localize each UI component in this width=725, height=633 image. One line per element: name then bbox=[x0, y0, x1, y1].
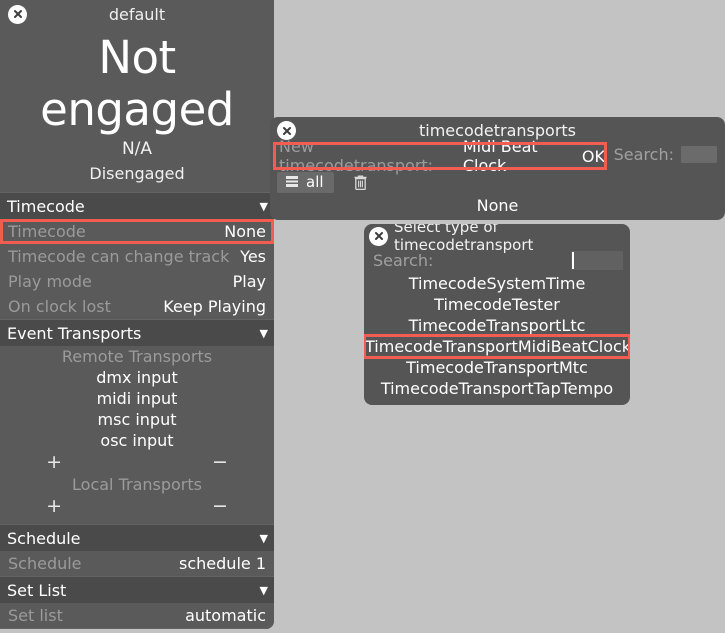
chevron-down-icon[interactable]: ▼ bbox=[260, 201, 268, 212]
timecodetransports-dialog: timecodetransports New timecodetransport… bbox=[270, 117, 725, 220]
row-label: Schedule bbox=[8, 554, 82, 573]
search-label: Search: bbox=[373, 251, 433, 270]
new-timecodetransport-label: New timecodetransport: bbox=[279, 137, 457, 175]
timecodetransports-toolbar: New timecodetransport: Midi Beat Clock O… bbox=[270, 144, 725, 170]
row-timecode[interactable]: Timecode None bbox=[0, 219, 274, 244]
list-item[interactable]: TimecodeTransportMtc bbox=[367, 357, 627, 378]
section-header-diagnostics[interactable]: Diagnostics ▼ bbox=[0, 628, 274, 629]
row-value: schedule 1 bbox=[179, 554, 266, 573]
row-play-mode[interactable]: Play mode Play bbox=[0, 269, 274, 294]
chevron-down-icon[interactable]: ▼ bbox=[260, 328, 268, 339]
section-header-schedule[interactable]: Schedule ▼ bbox=[0, 524, 274, 551]
section-header-timecode[interactable]: Timecode ▼ bbox=[0, 192, 274, 219]
row-value: Yes bbox=[240, 247, 266, 266]
select-type-dialog: Select type of timecodetransport Search:… bbox=[364, 224, 630, 405]
page-title: default bbox=[0, 5, 274, 24]
new-timecodetransport-value[interactable]: Midi Beat Clock bbox=[463, 137, 576, 175]
add-remote-transport-button[interactable]: + bbox=[46, 453, 62, 472]
remove-local-transport-button[interactable]: − bbox=[212, 497, 228, 516]
row-timecode-can-change-track[interactable]: Timecode can change track Yes bbox=[0, 244, 274, 269]
text-cursor bbox=[572, 252, 574, 269]
row-schedule[interactable]: Schedule schedule 1 bbox=[0, 551, 274, 576]
list-item[interactable]: TimecodeTransportTapTempo bbox=[367, 378, 627, 399]
empty-list-text: None bbox=[270, 194, 725, 215]
section-header-label: Event Transports bbox=[7, 324, 141, 343]
row-label: On clock lost bbox=[8, 297, 111, 316]
list-item[interactable]: TimecodeTester bbox=[367, 294, 627, 315]
row-value: Play bbox=[233, 272, 266, 291]
row-value: automatic bbox=[185, 606, 266, 625]
engagement-state: Disengaged bbox=[0, 162, 274, 192]
search-input[interactable] bbox=[681, 146, 717, 163]
row-value: Keep Playing bbox=[163, 297, 266, 316]
section-header-set-list[interactable]: Set List ▼ bbox=[0, 576, 274, 603]
row-value: None bbox=[224, 222, 266, 241]
row-label: Timecode can change track bbox=[8, 247, 229, 266]
list-item[interactable]: TimecodeTransportLtc bbox=[367, 315, 627, 336]
chevron-down-icon[interactable]: ▼ bbox=[260, 533, 268, 544]
section-header-event-transports[interactable]: Event Transports ▼ bbox=[0, 319, 274, 346]
list-item[interactable]: dmx input bbox=[0, 367, 274, 388]
row-label: Play mode bbox=[8, 272, 92, 291]
list-item[interactable]: midi input bbox=[0, 388, 274, 409]
engagement-substatus: N/A bbox=[0, 136, 274, 162]
row-set-list[interactable]: Set list automatic bbox=[0, 603, 274, 628]
search-label: Search: bbox=[614, 145, 674, 164]
row-label: Timecode bbox=[8, 222, 86, 241]
left-panel-titlebar: default bbox=[0, 0, 274, 28]
select-type-search-row: Search: bbox=[364, 248, 630, 273]
close-icon[interactable] bbox=[369, 227, 388, 246]
section-header-label: Timecode bbox=[7, 197, 85, 216]
engagement-status: Not engaged bbox=[0, 28, 274, 136]
group-label-local-transports: Local Transports bbox=[0, 474, 274, 495]
chevron-down-icon[interactable]: ▼ bbox=[260, 585, 268, 596]
local-transports-controls: + − bbox=[0, 495, 274, 518]
list-item[interactable]: msc input bbox=[0, 409, 274, 430]
search-input[interactable] bbox=[571, 251, 623, 270]
trash-icon[interactable] bbox=[352, 172, 370, 192]
layers-icon bbox=[285, 173, 299, 192]
add-local-transport-button[interactable]: + bbox=[46, 497, 62, 516]
new-timecodetransport-control[interactable]: New timecodetransport: Midi Beat Clock O… bbox=[275, 144, 605, 168]
row-on-clock-lost[interactable]: On clock lost Keep Playing bbox=[0, 294, 274, 319]
group-label-remote-transports: Remote Transports bbox=[0, 346, 274, 367]
ok-button[interactable]: OK bbox=[582, 147, 605, 166]
remote-transports-controls: + − bbox=[0, 451, 274, 474]
list-item-selected[interactable]: TimecodeTransportMidiBeatClock bbox=[365, 336, 629, 357]
list-item[interactable]: osc input bbox=[0, 430, 274, 451]
row-label: Set list bbox=[8, 606, 63, 625]
select-type-titlebar: Select type of timecodetransport bbox=[364, 224, 630, 248]
section-header-label: Schedule bbox=[7, 529, 81, 548]
default-settings-panel: default Not engaged N/A Disengaged Timec… bbox=[0, 0, 274, 629]
search-group: Search: bbox=[614, 145, 717, 164]
section-header-label: Set List bbox=[7, 581, 66, 600]
remove-remote-transport-button[interactable]: − bbox=[212, 453, 228, 472]
filter-all-label: all bbox=[306, 173, 324, 191]
list-item[interactable]: TimecodeSystemTime bbox=[367, 273, 627, 294]
